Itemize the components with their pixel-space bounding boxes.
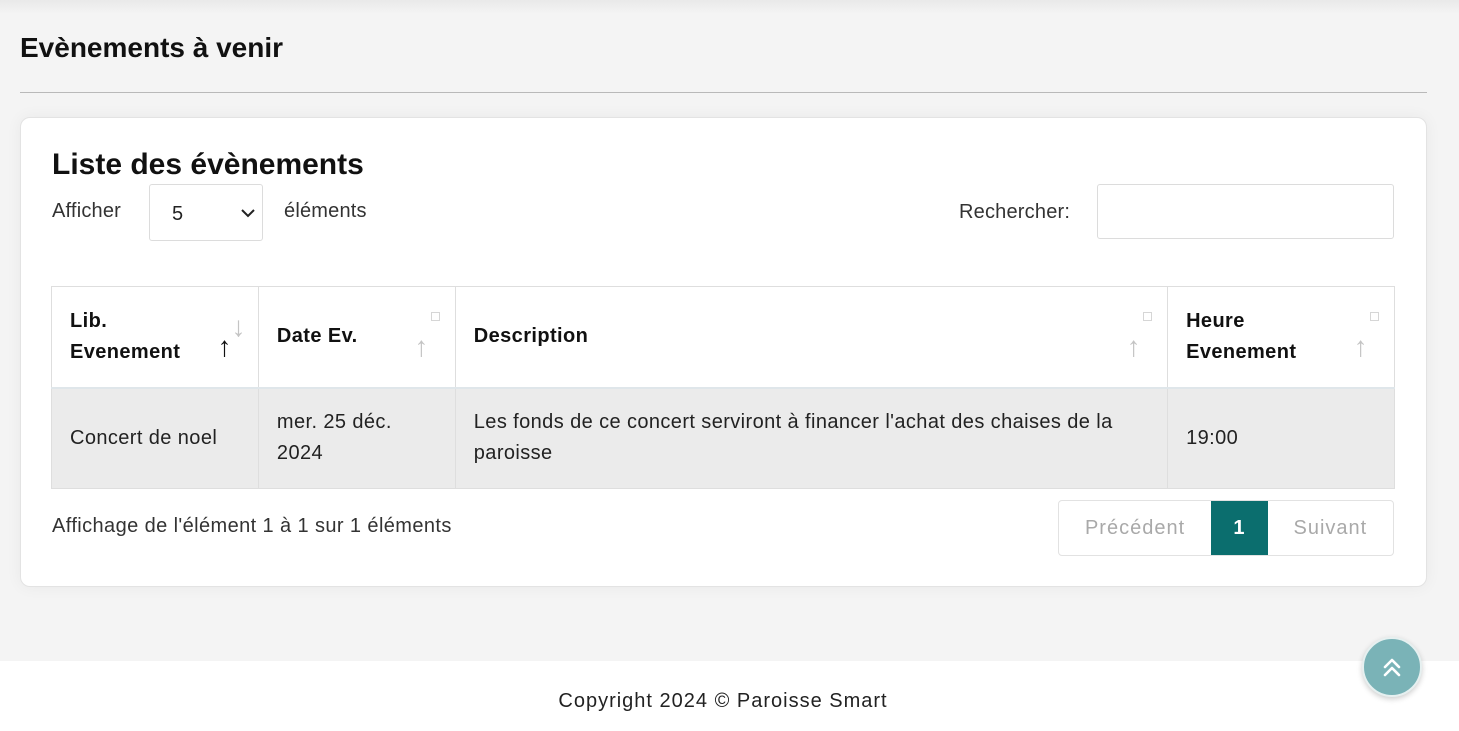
sort-desc-icon: ↓ xyxy=(231,311,246,342)
previous-page-button[interactable]: Précédent xyxy=(1059,501,1211,555)
table-header-row: Lib. Evenement ↓ ↑ Date Ev. ↑ Descriptio… xyxy=(51,286,1395,389)
column-header-description[interactable]: Description ↑ xyxy=(454,286,1169,389)
page-length-select[interactable]: 5 xyxy=(149,184,263,241)
page-title: Evènements à venir xyxy=(20,32,284,63)
page-1-button[interactable]: 1 xyxy=(1211,501,1268,555)
column-header-lib-evenement[interactable]: Lib. Evenement ↓ ↑ xyxy=(51,286,259,389)
top-shadow xyxy=(0,0,1459,14)
length-suffix: éléments xyxy=(284,200,367,222)
sort-indicator-icon xyxy=(1370,312,1379,321)
double-chevron-up-icon xyxy=(1383,658,1401,677)
cell-date: mer. 25 déc. 2024 xyxy=(257,387,456,489)
sort-indicator-icon xyxy=(430,312,440,321)
sort-asc-icon: ↑ xyxy=(217,331,232,362)
chevron-down-icon xyxy=(241,209,255,218)
table-row[interactable]: Concert de noel mer. 25 déc. 2024 Les fo… xyxy=(51,387,1395,489)
events-card: Liste des évènements Afficher 5 éléments… xyxy=(20,117,1427,587)
sort-asc-icon: ↑ xyxy=(1126,331,1142,362)
next-page-button[interactable]: Suivant xyxy=(1268,501,1393,555)
pagination: Précédent 1 Suivant xyxy=(1058,500,1394,556)
cell-description: Les fonds de ce concert serviront à fina… xyxy=(454,387,1169,489)
cell-heure: 19:00 xyxy=(1167,387,1395,489)
search-input[interactable] xyxy=(1097,184,1394,239)
card-title: Liste des évènements xyxy=(52,148,364,181)
copyright-text: Copyright 2024 © Paroisse Smart xyxy=(558,690,888,712)
title-divider xyxy=(20,92,1427,93)
footer: Copyright 2024 © Paroisse Smart xyxy=(0,661,1459,731)
search-label: Rechercher: xyxy=(959,201,1071,223)
back-to-top-button[interactable] xyxy=(1362,637,1422,697)
column-header-heure[interactable]: Heure Evenement ↑ xyxy=(1167,286,1395,389)
sort-indicator-icon xyxy=(1143,312,1153,321)
page-length-value: 5 xyxy=(172,203,184,225)
events-table: Lib. Evenement ↓ ↑ Date Ev. ↑ Descriptio… xyxy=(51,286,1395,489)
table-info: Affichage de l'élément 1 à 1 sur 1 éléme… xyxy=(52,515,452,537)
cell-lib-evenement: Concert de noel xyxy=(51,387,259,489)
sort-asc-icon: ↑ xyxy=(1353,331,1368,362)
length-label: Afficher xyxy=(52,200,122,222)
column-header-date[interactable]: Date Ev. ↑ xyxy=(257,286,456,389)
sort-asc-icon: ↑ xyxy=(414,331,429,362)
